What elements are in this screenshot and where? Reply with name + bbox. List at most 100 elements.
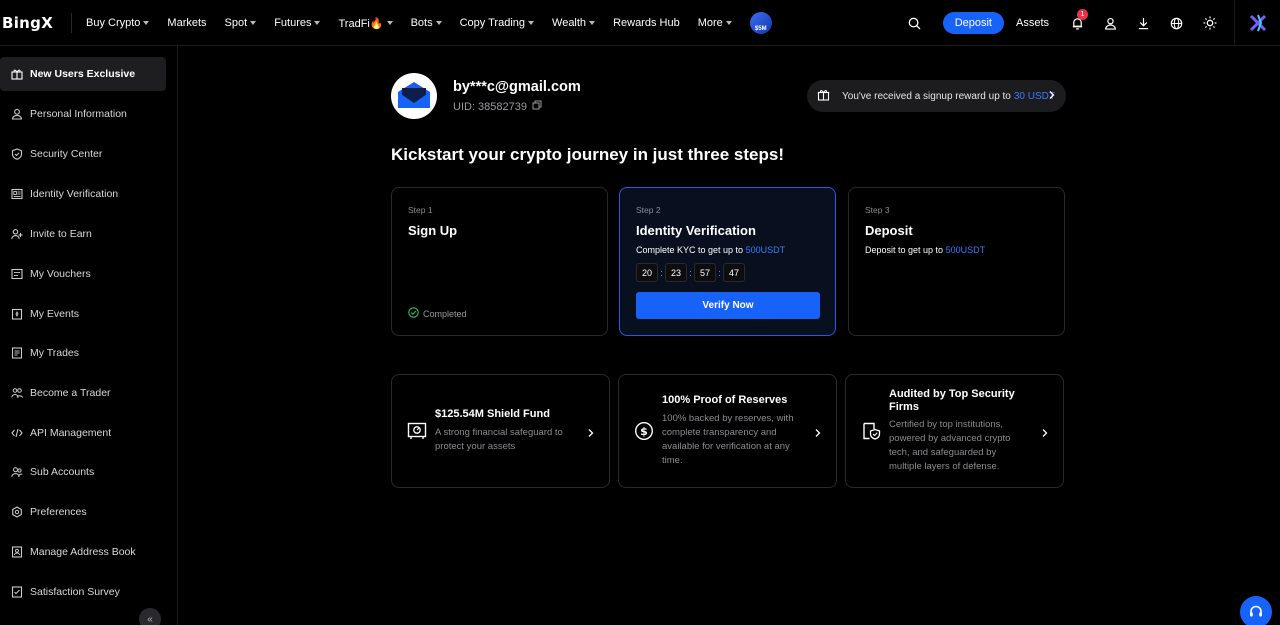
feature-description: Certified by top institutions, powered b… xyxy=(889,419,1011,472)
nav-bots[interactable]: Bots xyxy=(411,17,442,29)
countdown-minutes: 57 xyxy=(694,263,716,282)
account-button[interactable] xyxy=(1094,0,1127,46)
chevron-down-icon xyxy=(143,21,150,25)
countdown-days: 20 xyxy=(636,263,658,282)
chevron-down-icon xyxy=(435,21,442,25)
chevron-right-icon xyxy=(587,425,595,443)
sidebar-item-become-a-trader[interactable]: Become a Trader xyxy=(0,376,166,410)
nav-futures[interactable]: Futures xyxy=(274,17,321,29)
sidebar-item-security-center[interactable]: Security Center xyxy=(0,137,166,171)
sidebar-item-sub-accounts[interactable]: Sub Accounts xyxy=(0,455,166,489)
page-headline: Kickstart your crypto journey in just th… xyxy=(391,145,784,164)
chevron-down-icon xyxy=(589,21,596,25)
dollar-coin-icon: $ xyxy=(634,421,654,441)
sidebar-item-my-events[interactable]: My Events xyxy=(0,297,166,331)
sidebar-item-satisfaction-survey[interactable]: Satisfaction Survey xyxy=(0,575,166,609)
nav-rewards-hub[interactable]: Rewards Hub xyxy=(613,17,680,29)
main-menu: Buy Crypto Markets Spot Futures TradFi🔥 … xyxy=(86,0,772,46)
sidebar-item-label: Sub Accounts xyxy=(30,466,95,478)
avatar-icon xyxy=(1249,14,1266,32)
sun-icon xyxy=(1203,16,1216,30)
chevron-down-icon xyxy=(314,21,321,25)
reward-text: You've received a signup reward up to xyxy=(842,90,1011,102)
chevron-right-icon xyxy=(1048,90,1056,103)
globe-icon xyxy=(1170,17,1183,29)
sidebar-item-label: Identity Verification xyxy=(30,188,119,200)
status-text: Completed xyxy=(423,308,467,319)
step-title: Deposit xyxy=(865,223,913,238)
theme-toggle-button[interactable] xyxy=(1193,0,1226,46)
copy-icon[interactable] xyxy=(532,100,542,113)
sidebar-item-label: New Users Exclusive xyxy=(30,68,136,80)
gift-icon xyxy=(11,68,23,80)
feature-card-proof-of-reserves[interactable]: $ 100% Proof of Reserves 100% backed by … xyxy=(618,374,837,488)
sidebar-item-preferences[interactable]: Preferences xyxy=(0,495,166,529)
user-avatar[interactable] xyxy=(1234,0,1280,46)
feature-description: A strong financial safeguard to protect … xyxy=(435,427,563,452)
feature-card-security-audit[interactable]: Audited by Top Security Firms Certified … xyxy=(845,374,1064,488)
profile-email: by***c@gmail.com xyxy=(453,79,581,95)
chevron-down-icon xyxy=(725,21,732,25)
step-title: Sign Up xyxy=(408,223,458,238)
sidebar-collapse-button[interactable]: « xyxy=(139,608,161,625)
sidebar-item-label: Satisfaction Survey xyxy=(30,586,120,598)
bingx-logo[interactable]: BingX xyxy=(2,14,53,32)
profile-avatar[interactable] xyxy=(391,73,437,119)
sidebar-item-new-users-exclusive[interactable]: New Users Exclusive xyxy=(0,57,166,91)
language-button[interactable] xyxy=(1160,0,1193,46)
uid-text: UID: 38582739 xyxy=(453,100,527,113)
notifications-button[interactable]: 1 xyxy=(1061,0,1094,46)
countdown-separator: : xyxy=(689,267,692,278)
nav-spot[interactable]: Spot xyxy=(225,17,257,29)
countdown-timer: 20 : 23 : 57 : 47 xyxy=(636,263,745,282)
step-desc-text: Complete KYC to get up to xyxy=(636,245,744,255)
headset-icon xyxy=(1250,605,1262,617)
download-button[interactable] xyxy=(1127,0,1160,46)
step-label: Step 3 xyxy=(865,205,890,215)
chevron-down-icon xyxy=(528,21,535,25)
feature-title: Audited by Top Security Firms xyxy=(889,388,1015,413)
sidebar-item-invite-to-earn[interactable]: Invite to Earn xyxy=(0,217,166,251)
sidebar-item-api-management[interactable]: API Management xyxy=(0,416,166,450)
gift-icon xyxy=(817,88,830,104)
deposit-button[interactable]: Deposit xyxy=(942,12,1004,34)
step-card-deposit: Step 3 Deposit Deposit to get up to 500U… xyxy=(848,187,1065,336)
search-button[interactable] xyxy=(898,0,931,46)
step-reward-amount: 500USDT xyxy=(945,245,986,255)
sidebar-item-label: Become a Trader xyxy=(30,387,111,399)
verify-now-button[interactable]: Verify Now xyxy=(636,292,820,319)
promo-5m-badge[interactable]: $5M xyxy=(749,12,772,34)
nav-tradfi[interactable]: TradFi🔥 xyxy=(338,17,393,30)
nav-wealth[interactable]: Wealth xyxy=(552,17,596,29)
sidebar-item-label: Preferences xyxy=(30,506,87,518)
assets-link[interactable]: Assets xyxy=(1016,17,1049,29)
shield-icon xyxy=(11,148,23,160)
sidebar-item-my-trades[interactable]: My Trades xyxy=(0,336,166,370)
signup-reward-banner[interactable]: You've received a signup reward up to 30… xyxy=(807,80,1066,112)
sidebar-item-manage-address-book[interactable]: Manage Address Book xyxy=(0,535,166,569)
countdown-hours: 23 xyxy=(665,263,687,282)
nav-markets[interactable]: Markets xyxy=(167,17,206,29)
feature-card-shield-fund[interactable]: $125.54M Shield Fund A strong financial … xyxy=(391,374,610,488)
countdown-separator: : xyxy=(660,267,663,278)
user-icon xyxy=(11,108,23,120)
audit-shield-icon xyxy=(861,421,881,441)
sidebar-item-identity-verification[interactable]: Identity Verification xyxy=(0,177,166,211)
countdown-separator: : xyxy=(718,267,721,278)
customer-support-button[interactable] xyxy=(1240,596,1272,625)
nav-more[interactable]: More xyxy=(698,17,732,29)
step-label: Step 1 xyxy=(408,205,433,215)
profile-uid: UID: 38582739 xyxy=(453,100,542,113)
sidebar-item-label: Manage Address Book xyxy=(30,546,136,558)
chevron-down-icon xyxy=(386,21,393,25)
nav-buy-crypto[interactable]: Buy Crypto xyxy=(86,17,150,29)
nav-copy-trading[interactable]: Copy Trading xyxy=(460,17,535,29)
sidebar-item-label: My Vouchers xyxy=(30,268,91,280)
feature-description: 100% backed by reserves, with complete t… xyxy=(662,413,794,466)
sidebar-item-my-vouchers[interactable]: My Vouchers xyxy=(0,257,166,291)
user-plus-icon xyxy=(11,228,23,240)
sidebar-item-personal-information[interactable]: Personal Information xyxy=(0,97,166,131)
trader-icon xyxy=(11,387,23,399)
main-content: by***c@gmail.com UID: 38582739 You've re… xyxy=(179,47,1280,625)
id-card-icon xyxy=(11,188,23,200)
